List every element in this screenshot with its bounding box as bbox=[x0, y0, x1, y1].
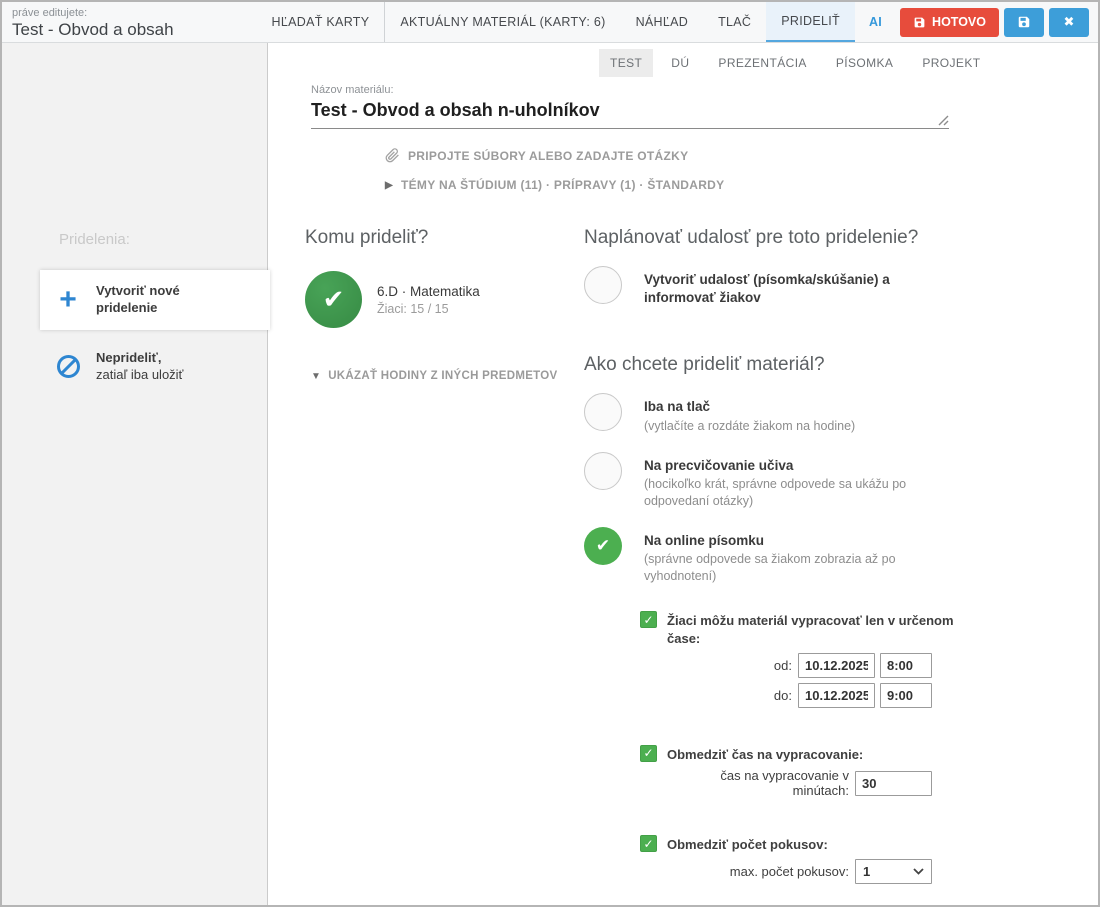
from-time-input[interactable] bbox=[880, 653, 932, 678]
to-time-input[interactable] bbox=[880, 683, 932, 708]
app-window: práve editujete: Test - Obvod a obsah HĽ… bbox=[0, 0, 1100, 907]
tab-current-material[interactable]: AKTUÁLNY MATERIÁL (KARTY: 6) bbox=[385, 2, 620, 42]
checkbox-checked-icon[interactable]: ✓ bbox=[640, 611, 657, 628]
radio-unchecked-icon[interactable] bbox=[584, 452, 622, 490]
save-icon bbox=[913, 16, 926, 29]
radio-unchecked-icon[interactable] bbox=[584, 393, 622, 431]
new-assignment-label: Vytvoriť nové pridelenie bbox=[96, 283, 180, 317]
save-icon bbox=[1017, 15, 1031, 29]
assignments-sidebar: Pridelenia: + Vytvoriť nové pridelenie N… bbox=[2, 43, 268, 907]
class-item[interactable]: ✔ 6.D · Matematika Žiaci: 15 / 15 bbox=[305, 271, 584, 328]
assign-columns: Komu prideliť? ✔ 6.D · Matematika Žiaci:… bbox=[268, 227, 1098, 907]
tab-search-cards[interactable]: HĽADAŤ KARTY bbox=[257, 2, 385, 42]
tab-preview[interactable]: NÁHĽAD bbox=[621, 2, 704, 42]
sidebar-item-new-assignment[interactable]: + Vytvoriť nové pridelenie bbox=[40, 270, 270, 330]
time-to-row: do: bbox=[640, 683, 932, 708]
paperclip-icon bbox=[385, 148, 400, 163]
material-name-block: Názov materiálu: Test - Obvod a obsah n-… bbox=[311, 84, 949, 129]
from-label: od: bbox=[774, 658, 792, 673]
assign-to-column: Komu prideliť? ✔ 6.D · Matematika Žiaci:… bbox=[305, 227, 584, 907]
to-date-input[interactable] bbox=[798, 683, 875, 708]
body: Pridelenia: + Vytvoriť nové pridelenie N… bbox=[2, 43, 1098, 907]
material-type-tabs: TEST DÚ PREZENTÁCIA PÍSOMKA PROJEKT bbox=[599, 49, 1098, 77]
resize-handle-icon[interactable] bbox=[938, 115, 949, 126]
tab-test[interactable]: TEST bbox=[599, 49, 653, 77]
triangle-right-icon: ▶ bbox=[385, 180, 393, 191]
close-icon: ✖ bbox=[1064, 14, 1075, 30]
time-from-row: od: bbox=[640, 653, 932, 678]
option-online-test[interactable]: ✔ Na online písomku (správne odpovede sa… bbox=[584, 527, 979, 585]
attempts-row: max. počet pokusov: 1 bbox=[640, 859, 932, 884]
max-attempts-select[interactable]: 1 bbox=[855, 859, 932, 884]
time-window-label: Žiaci môžu materiál vypracovať len v urč… bbox=[667, 611, 979, 647]
time-window-checkbox-row[interactable]: ✓ Žiaci môžu materiál vypracovať len v u… bbox=[640, 611, 979, 647]
done-button[interactable]: HOTOVO bbox=[900, 8, 999, 37]
minutes-input[interactable] bbox=[855, 771, 932, 796]
schedule-event-label: Vytvoriť udalosť (písomka/skúšanie) a in… bbox=[644, 271, 956, 307]
minutes-label: čas na vypracovanie v minútach: bbox=[694, 768, 849, 798]
minutes-row: čas na vypracovanie v minútach: bbox=[640, 768, 932, 798]
no-assignment-label: Neprideliť, zatiaľ iba uložiť bbox=[96, 350, 183, 384]
class-selected-check-icon[interactable]: ✔ bbox=[305, 271, 362, 328]
test-settings: ✓ Žiaci môžu materiál vypracovať len v u… bbox=[640, 611, 979, 907]
current-document: práve editujete: Test - Obvod a obsah bbox=[2, 2, 257, 42]
topics-link[interactable]: ▶ TÉMY NA ŠTÚDIUM (11) · PRÍPRAVY (1) · … bbox=[385, 178, 1098, 192]
tab-assign[interactable]: PRIDELIŤ bbox=[766, 2, 855, 42]
option-practice[interactable]: Na precvičovanie učiva (hocikoľko krát, … bbox=[584, 452, 979, 510]
triangle-down-icon: ▼ bbox=[311, 371, 321, 382]
editing-label: práve editujete: bbox=[12, 7, 257, 19]
save-button[interactable] bbox=[1004, 8, 1044, 37]
class-info: 6.D · Matematika Žiaci: 15 / 15 bbox=[377, 271, 480, 328]
max-attempts-label: max. počet pokusov: bbox=[730, 864, 849, 879]
schedule-event-option[interactable]: Vytvoriť udalosť (písomka/skúšanie) a in… bbox=[584, 266, 979, 307]
attempts-label: Obmedziť počet pokusov: bbox=[667, 835, 828, 854]
header-buttons: HOTOVO ✖ bbox=[900, 2, 1098, 42]
how-assign-heading: Ako chcete prideliť materiál? bbox=[584, 354, 979, 376]
class-students-count: Žiaci: 15 / 15 bbox=[377, 302, 480, 316]
option-print-only[interactable]: Iba na tlač (vytlačíte a rozdáte žiakom … bbox=[584, 393, 979, 434]
to-label: do: bbox=[774, 688, 792, 703]
document-title: Test - Obvod a obsah bbox=[12, 20, 257, 40]
class-name: 6.D · Matematika bbox=[377, 284, 480, 299]
assign-options-column: Naplánovať udalosť pre toto pridelenie? … bbox=[584, 227, 979, 907]
schedule-heading: Naplánovať udalosť pre toto pridelenie? bbox=[584, 227, 979, 249]
ai-button[interactable]: AI bbox=[855, 2, 900, 42]
sidebar-item-no-assignment[interactable]: Neprideliť, zatiaľ iba uložiť bbox=[40, 350, 267, 384]
sidebar-title: Pridelenia: bbox=[59, 231, 267, 248]
checkbox-checked-icon[interactable]: ✓ bbox=[640, 835, 657, 852]
radio-unchecked-icon[interactable] bbox=[584, 266, 622, 304]
attempts-checkbox-row[interactable]: ✓ Obmedziť počet pokusov: bbox=[640, 835, 979, 854]
main-panel: TEST DÚ PREZENTÁCIA PÍSOMKA PROJEKT Názo… bbox=[268, 43, 1098, 907]
assign-to-heading: Komu prideliť? bbox=[305, 227, 584, 249]
radio-checked-icon[interactable]: ✔ bbox=[584, 527, 622, 565]
tab-pisomka[interactable]: PÍSOMKA bbox=[825, 49, 904, 77]
close-button[interactable]: ✖ bbox=[1049, 8, 1089, 37]
material-name-input[interactable]: Test - Obvod a obsah n-uholníkov bbox=[311, 96, 949, 129]
header-bar: práve editujete: Test - Obvod a obsah HĽ… bbox=[2, 2, 1098, 43]
block-icon bbox=[40, 355, 96, 378]
tab-du[interactable]: DÚ bbox=[660, 49, 700, 77]
tab-print[interactable]: TLAČ bbox=[703, 2, 766, 42]
tab-projekt[interactable]: PROJEKT bbox=[911, 49, 991, 77]
done-button-label: HOTOVO bbox=[932, 15, 986, 29]
from-date-input[interactable] bbox=[798, 653, 875, 678]
checkbox-checked-icon[interactable]: ✓ bbox=[640, 745, 657, 762]
chevron-down-icon bbox=[913, 868, 924, 875]
show-other-lessons-link[interactable]: ▼ UKÁZAŤ HODINY Z INÝCH PREDMETOV bbox=[311, 370, 584, 382]
attach-files-link[interactable]: PRIPOJTE SÚBORY ALEBO ZADAJTE OTÁZKY bbox=[385, 148, 1098, 163]
plus-icon: + bbox=[40, 287, 96, 313]
time-limit-checkbox-row[interactable]: ✓ Obmedziť čas na vypracovanie: bbox=[640, 745, 979, 764]
header-tabs: HĽADAŤ KARTY AKTUÁLNY MATERIÁL (KARTY: 6… bbox=[257, 2, 1098, 42]
time-limit-label: Obmedziť čas na vypracovanie: bbox=[667, 745, 863, 764]
tab-prezentacia[interactable]: PREZENTÁCIA bbox=[707, 49, 817, 77]
material-name-label: Názov materiálu: bbox=[311, 84, 949, 96]
